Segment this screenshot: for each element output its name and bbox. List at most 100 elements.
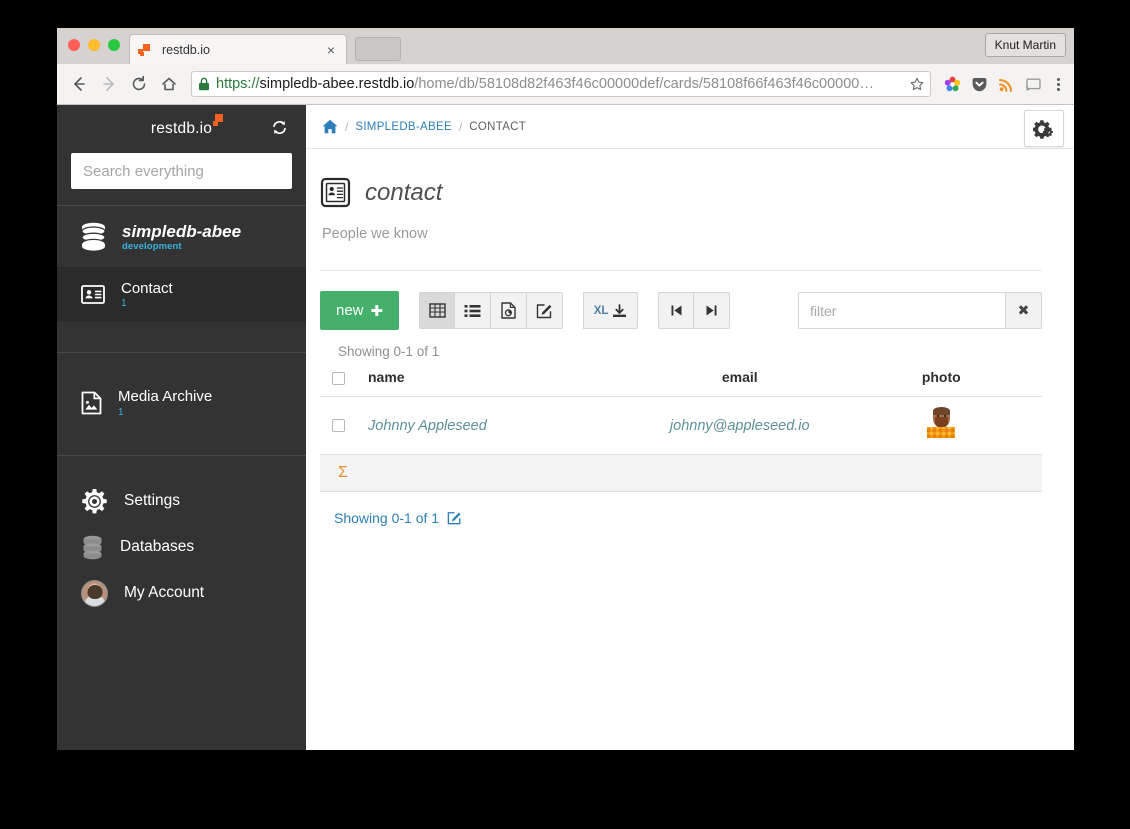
breadcrumb-item-current: CONTACT <box>469 120 527 133</box>
logo-square-small-icon <box>213 121 219 126</box>
sidebar-item-settings[interactable]: Settings <box>57 478 306 525</box>
restdb-favicon-icon <box>138 42 154 58</box>
cast-icon[interactable] <box>1024 75 1042 93</box>
profile-button[interactable]: Knut Martin <box>984 33 1066 57</box>
database-icon <box>81 535 104 560</box>
settings-gears-button[interactable] <box>1024 110 1064 147</box>
filter-control: ✖ <box>798 292 1042 329</box>
address-bar[interactable]: https://simpledb-abee.restdb.io/home/db/… <box>191 71 931 97</box>
cell-email: johnny@appleseed.io <box>639 397 841 455</box>
breadcrumb-item-database[interactable]: SIMPLEDB-ABEE <box>355 121 452 133</box>
chrome-menu-icon[interactable] <box>1051 77 1066 91</box>
window-controls <box>68 39 120 51</box>
page-title-row: contact <box>320 177 1042 208</box>
sidebar-item-label: My Account <box>124 584 205 601</box>
sidebar-item-media-archive[interactable]: Media Archive 1 <box>57 375 306 430</box>
export-excel-button[interactable]: XL <box>583 292 639 329</box>
contact-card-icon <box>81 285 105 305</box>
pocket-icon[interactable] <box>970 75 988 93</box>
search-input[interactable] <box>71 153 292 189</box>
forward-arrow-icon[interactable] <box>95 70 123 98</box>
database-labels: simpledb-abee development <box>122 223 241 252</box>
brand-label: restdb.io <box>150 120 213 137</box>
home-icon[interactable] <box>322 119 338 134</box>
download-icon <box>612 303 627 318</box>
export-group: XL <box>583 292 639 329</box>
sidebar-brand-bar: restdb.io <box>57 105 306 153</box>
refresh-icon[interactable] <box>271 119 288 136</box>
showing-count-top: Showing 0-1 of 1 <box>338 344 440 359</box>
app-container: restdb.io Search everything simpledb-abe… <box>57 105 1074 750</box>
new-record-button[interactable]: new ✚ <box>320 291 400 330</box>
sidebar-item-my-account[interactable]: My Account <box>57 570 306 617</box>
sidebar-database-header[interactable]: simpledb-abee development <box>57 206 306 267</box>
select-all-header <box>320 369 354 397</box>
edit-view-button[interactable] <box>527 292 564 329</box>
list-icon <box>464 304 481 318</box>
maximize-window-button[interactable] <box>108 39 120 51</box>
sidebar-search-wrap <box>57 153 306 205</box>
reload-icon[interactable] <box>125 70 153 98</box>
last-page-button[interactable] <box>694 292 731 329</box>
sidebar-item-databases[interactable]: Databases <box>57 525 306 570</box>
database-icon <box>79 222 108 253</box>
table-zone: Showing 0-1 of 1 name email photo Johnny… <box>306 330 1074 526</box>
minimize-window-button[interactable] <box>88 39 100 51</box>
breadcrumb: / SIMPLEDB-ABEE / CONTACT <box>306 105 1074 149</box>
bookmark-star-icon[interactable] <box>910 77 924 91</box>
url-scheme: https:// <box>216 76 260 92</box>
contact-card-icon <box>320 177 351 208</box>
row-select-cell <box>320 397 354 455</box>
close-icon: ✖ <box>1017 302 1030 318</box>
filter-input[interactable] <box>798 292 1006 329</box>
new-tab-button[interactable] <box>355 37 401 61</box>
sidebar-item-count: 1 <box>121 298 127 310</box>
page-title: contact <box>365 178 443 206</box>
browser-window: restdb.io × Knut Martin https://simpledb… <box>57 28 1074 750</box>
url-path: /home/db/58108d82f463f46c00000def/cards/… <box>414 76 874 92</box>
media-file-icon <box>81 391 102 415</box>
report-doc-icon <box>501 302 516 319</box>
sum-sigma-icon[interactable]: Σ <box>338 464 348 481</box>
step-backward-icon <box>670 304 683 317</box>
table-row[interactable]: Johnny Appleseed johnny@appleseed.io <box>320 396 1042 455</box>
table-header-row: name email photo <box>320 369 1042 397</box>
home-icon[interactable] <box>155 70 183 98</box>
close-window-button[interactable] <box>68 39 80 51</box>
page-header: contact People we know <box>306 149 1074 242</box>
browser-tab[interactable]: restdb.io × <box>129 34 347 64</box>
column-header-email[interactable]: email <box>639 369 841 397</box>
close-tab-icon[interactable]: × <box>324 43 338 57</box>
first-page-button[interactable] <box>658 292 695 329</box>
rss-icon[interactable] <box>997 75 1015 93</box>
sidebar-item-contact-text: Contact 1 <box>121 280 173 309</box>
sidebar-item-media-text: Media Archive 1 <box>118 388 212 417</box>
record-photo-thumbnail[interactable] <box>924 407 958 439</box>
record-email-link[interactable]: johnny@appleseed.io <box>670 418 810 434</box>
sidebar-item-contact[interactable]: Contact 1 <box>57 267 306 323</box>
pencil-square-icon <box>536 303 553 319</box>
restdb-logo[interactable]: restdb.io <box>150 114 224 138</box>
row-checkbox[interactable] <box>332 418 345 432</box>
sidebar: restdb.io Search everything simpledb-abe… <box>57 105 306 750</box>
edit-pagesize-icon[interactable] <box>447 511 462 525</box>
grid-view-button[interactable] <box>419 292 456 329</box>
select-all-checkbox[interactable] <box>332 371 345 385</box>
column-header-photo[interactable]: photo <box>841 369 1043 397</box>
view-mode-group <box>419 292 564 329</box>
clear-filter-button[interactable]: ✖ <box>1006 292 1042 329</box>
browser-tab-strip: restdb.io × Knut Martin <box>57 28 1074 64</box>
showing-count-bottom[interactable]: Showing 0-1 of 1 <box>320 492 1042 526</box>
url-text: https://simpledb-abee.restdb.io/home/db/… <box>216 76 905 92</box>
list-view-button[interactable] <box>455 292 492 329</box>
report-view-button[interactable] <box>491 292 528 329</box>
record-name-link[interactable]: Johnny Appleseed <box>368 418 487 434</box>
column-header-name[interactable]: name <box>354 369 639 397</box>
back-arrow-icon[interactable] <box>65 70 93 98</box>
new-button-label: new <box>336 302 364 319</box>
main-content: / SIMPLEDB-ABEE / CONTACT contact People… <box>306 105 1074 750</box>
color-wheel-icon[interactable] <box>943 75 961 93</box>
sidebar-item-label: Contact <box>121 280 173 297</box>
avatar-icon <box>81 579 108 607</box>
